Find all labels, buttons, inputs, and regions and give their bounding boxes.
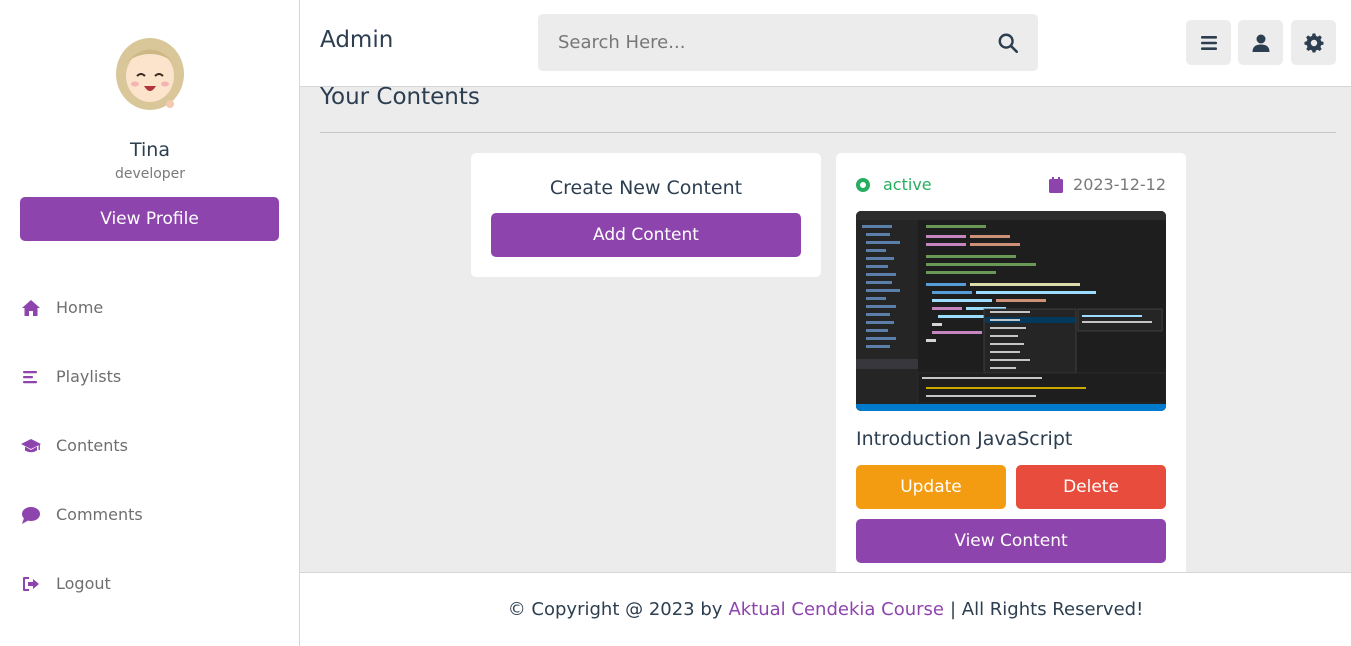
content-date: 2023-12-12 (1049, 175, 1166, 194)
content-thumbnail[interactable] (856, 211, 1166, 411)
sidebar-item-comments[interactable]: Comments (0, 480, 300, 549)
sidebar-item-label: Logout (56, 574, 111, 593)
content-title: Introduction JavaScript (856, 428, 1073, 450)
add-content-button[interactable]: Add Content (491, 213, 801, 257)
date-text: 2023-12-12 (1073, 175, 1166, 194)
sidebar-item-label: Comments (56, 505, 143, 524)
sidebar-item-contents[interactable]: Contents (0, 411, 300, 480)
footer-brand-link[interactable]: Aktual Cendekia Course (728, 599, 944, 620)
sidebar-item-label: Contents (56, 436, 128, 455)
content-card: active 2023-12-12 Introduction JavaScrip… (836, 153, 1186, 583)
create-card-title: Create New Content (549, 177, 743, 199)
search-button[interactable] (978, 14, 1038, 71)
home-icon (20, 298, 42, 318)
sidebar-item-logout[interactable]: Logout (0, 549, 300, 618)
menu-button[interactable] (1186, 20, 1231, 65)
sidebar: Tina developer View Profile Home Playlis… (0, 0, 300, 646)
sidebar-item-home[interactable]: Home (0, 273, 300, 342)
search-icon (998, 33, 1018, 53)
user-icon (1252, 34, 1269, 52)
update-button[interactable]: Update (856, 465, 1006, 509)
top-header: Admin (300, 0, 1351, 87)
comment-icon (20, 505, 42, 525)
view-profile-button[interactable]: View Profile (20, 197, 279, 241)
logout-icon (20, 574, 42, 594)
gear-icon (1303, 32, 1323, 52)
search-form (538, 14, 1038, 71)
profile-name: Tina (130, 139, 170, 161)
footer-rights: | All Rights Reserved! (949, 599, 1144, 620)
page-title: Admin (320, 27, 394, 53)
sidebar-item-label: Home (56, 298, 104, 317)
user-button[interactable] (1238, 20, 1283, 65)
create-content-card: Create New Content Add Content (471, 153, 821, 277)
sidebar-item-playlists[interactable]: Playlists (0, 342, 300, 411)
status-dot-icon (856, 177, 870, 192)
status-text: active (883, 175, 932, 194)
view-content-button[interactable]: View Content (856, 519, 1166, 563)
sidebar-nav: Home Playlists Contents Comments Logout (0, 273, 300, 618)
graduation-cap-icon (20, 436, 42, 456)
delete-button[interactable]: Delete (1016, 465, 1166, 509)
search-input[interactable] (538, 14, 978, 71)
list-icon (20, 367, 42, 387)
avatar[interactable] (113, 32, 187, 112)
profile-role: developer (114, 166, 186, 182)
divider (320, 132, 1336, 133)
settings-button[interactable] (1291, 20, 1336, 65)
footer-copyright: © Copyright @ 2023 by (507, 599, 723, 620)
footer: © Copyright @ 2023 by Aktual Cendekia Co… (300, 572, 1351, 646)
section-title: Your Contents (320, 84, 480, 110)
sidebar-item-label: Playlists (56, 367, 122, 386)
status-badge: active (856, 175, 932, 194)
calendar-icon (1049, 176, 1064, 193)
menu-icon (1200, 35, 1217, 50)
